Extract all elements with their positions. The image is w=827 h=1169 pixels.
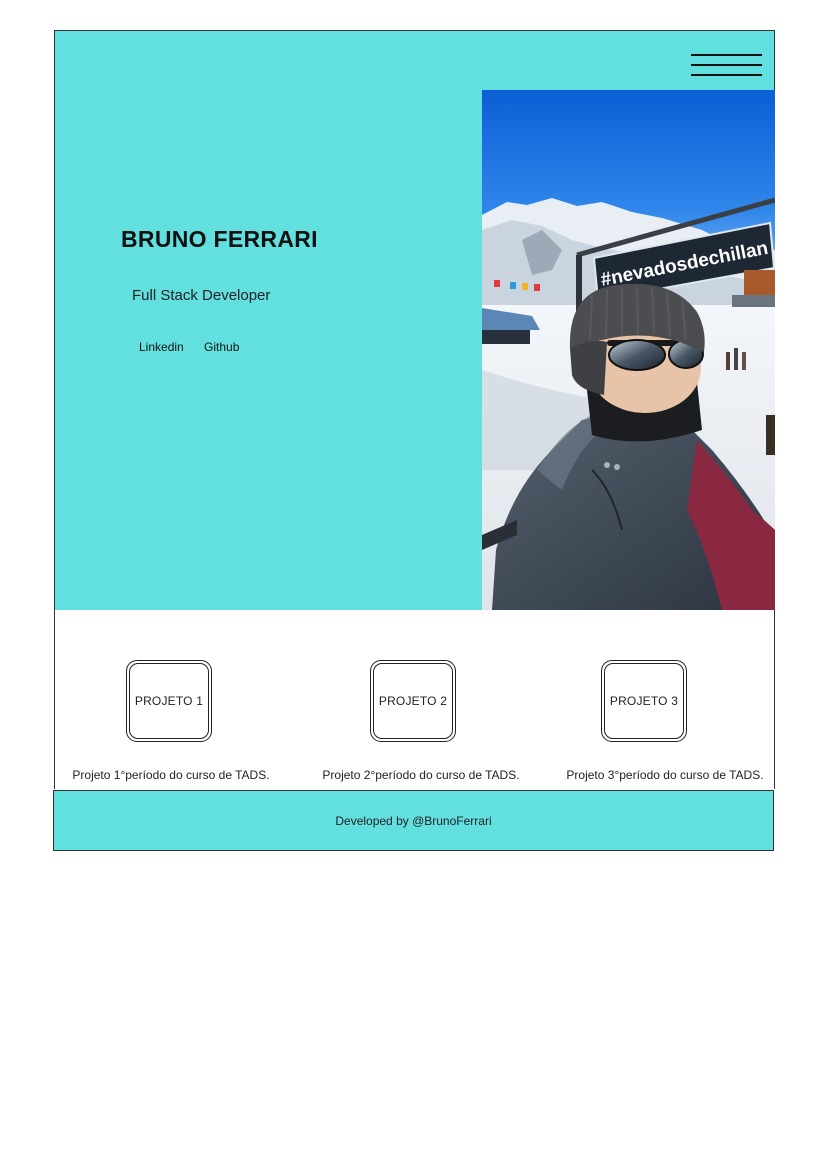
- project-description-3: Projeto 3°período do curso de TADS.: [566, 768, 764, 782]
- page-footer: Developed by @BrunoFerrari: [53, 790, 774, 851]
- project-card-3[interactable]: PROJETO 3: [601, 660, 687, 742]
- menu-bar: [691, 54, 762, 56]
- project-label: PROJETO 3: [609, 694, 679, 708]
- hero-section: BRUNO FERRARI Full Stack Developer Linke…: [54, 30, 775, 611]
- profile-role: Full Stack Developer: [132, 287, 271, 304]
- projects-section: PROJETO 1 Projeto 1°período do curso de …: [54, 610, 775, 789]
- linkedin-link[interactable]: Linkedin: [139, 340, 184, 354]
- project-card-2[interactable]: PROJETO 2: [370, 660, 456, 742]
- menu-bar: [691, 64, 762, 66]
- github-link[interactable]: Github: [204, 340, 239, 354]
- profile-photo: #nevadosdechillan: [482, 90, 775, 610]
- project-description-2: Projeto 2°período do curso de TADS.: [322, 768, 520, 782]
- profile-name: BRUNO FERRARI: [121, 226, 318, 252]
- project-description-1: Projeto 1°período do curso de TADS.: [72, 768, 270, 782]
- hamburger-menu-icon[interactable]: [691, 54, 762, 78]
- project-label: PROJETO 1: [134, 694, 204, 708]
- menu-bar: [691, 74, 762, 76]
- social-links: Linkedin Github: [139, 340, 256, 354]
- portfolio-page: BRUNO FERRARI Full Stack Developer Linke…: [0, 0, 827, 1169]
- project-label: PROJETO 2: [378, 694, 448, 708]
- project-card-1[interactable]: PROJETO 1: [126, 660, 212, 742]
- footer-credit: Developed by @BrunoFerrari: [335, 813, 492, 828]
